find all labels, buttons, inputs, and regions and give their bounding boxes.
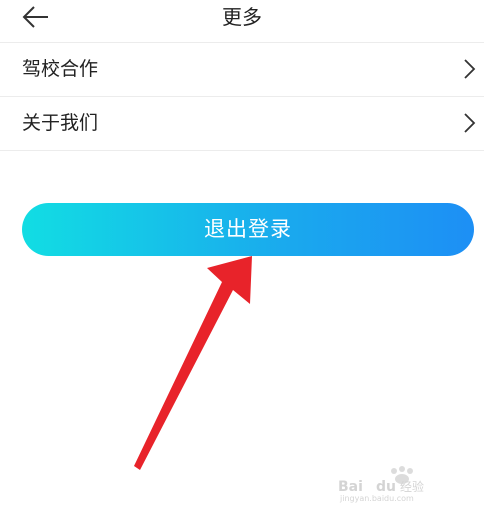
chevron-right-icon: [464, 113, 476, 133]
page-title: 更多: [222, 5, 262, 29]
header-bar: 更多: [0, 0, 484, 43]
svg-text:经验: 经验: [400, 479, 424, 494]
svg-text:du: du: [376, 479, 396, 495]
baidu-watermark: Bai du 经验 jingyan.baidu.com: [338, 466, 424, 503]
chevron-right-icon: [464, 59, 476, 79]
svg-text:jingyan.baidu.com: jingyan.baidu.com: [339, 494, 414, 503]
menu-item-driving-school-cooperation[interactable]: 驾校合作: [0, 43, 484, 97]
menu-item-about-us[interactable]: 关于我们: [0, 97, 484, 151]
logout-button[interactable]: 退出登录: [22, 203, 474, 256]
menu-item-label: 关于我们: [22, 112, 99, 134]
menu-item-label: 驾校合作: [22, 58, 99, 80]
svg-text:Bai: Bai: [338, 479, 363, 495]
